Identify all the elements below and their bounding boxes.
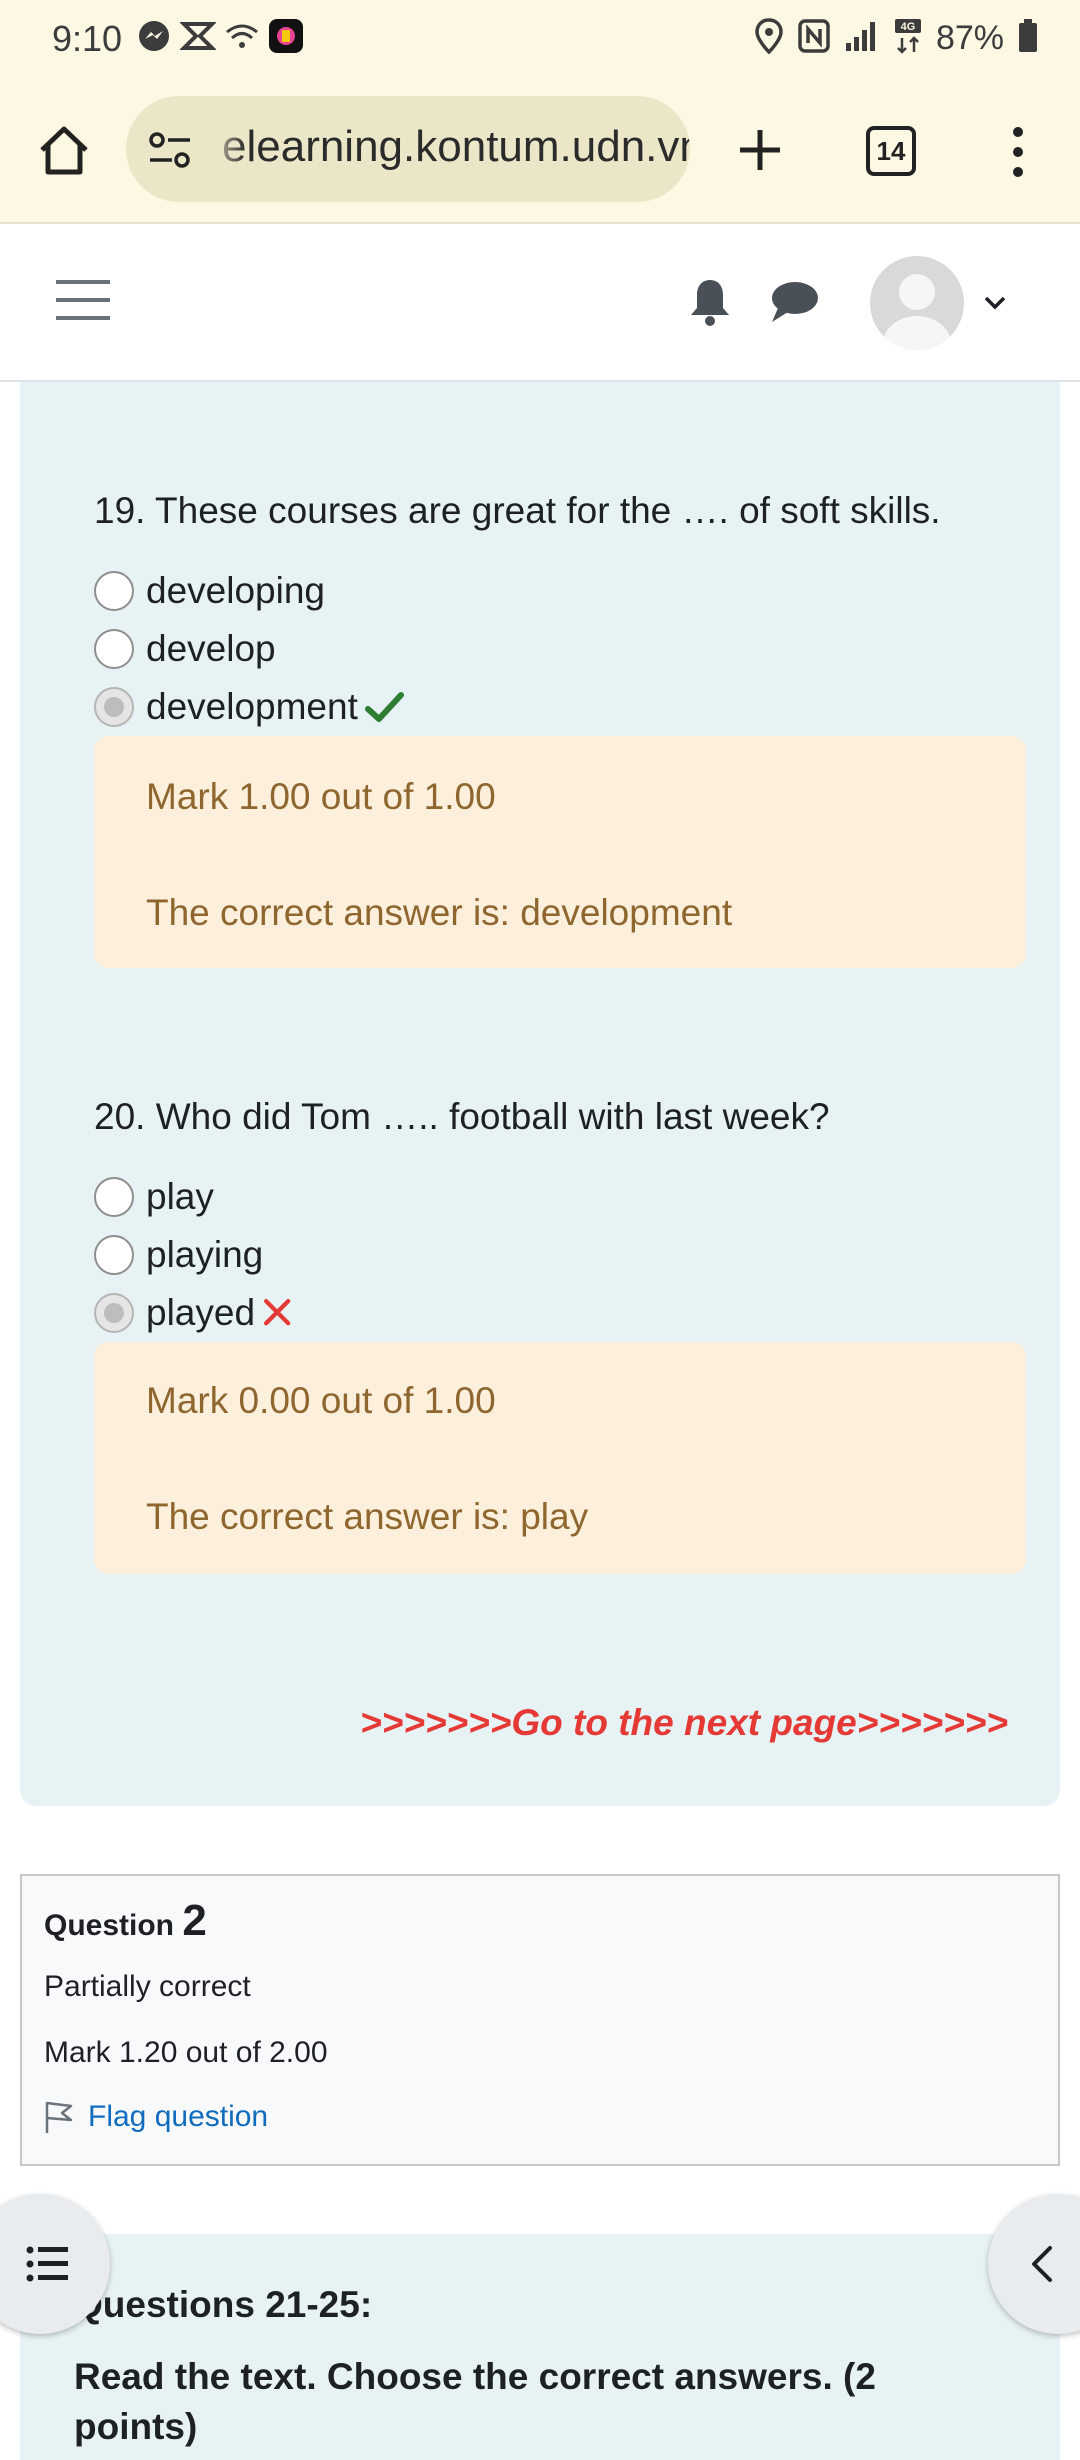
next-page-link[interactable]: >>>>>>>Go to the next page>>>>>>>	[360, 1702, 1008, 1744]
location-icon	[754, 18, 784, 59]
question-instruction: Read the text. Choose the correct answer…	[74, 2356, 876, 2447]
answer-label: play	[146, 1176, 214, 1217]
answer-label: developing	[146, 570, 325, 611]
flag-question-link[interactable]: Flag question	[44, 2100, 268, 2134]
plus-icon	[740, 130, 780, 170]
answer-label: playing	[146, 1234, 264, 1275]
app-icon	[180, 18, 216, 54]
wifi-calling-icon	[224, 18, 260, 54]
answer-option[interactable]: develop	[94, 628, 276, 670]
flag-icon	[45, 2101, 73, 2133]
feedback-correct-answer: The correct answer is: development	[146, 892, 733, 933]
status-system-icons: 4G 87%	[754, 18, 1038, 59]
answer-option[interactable]: playing	[94, 1234, 263, 1276]
bell-icon	[691, 280, 729, 326]
answer-label: played	[146, 1292, 256, 1333]
answer-radio[interactable]	[94, 629, 134, 669]
user-placeholder-icon	[883, 274, 951, 350]
home-button[interactable]	[36, 122, 92, 178]
new-tab-button[interactable]	[732, 122, 788, 178]
question-label: Question	[44, 1909, 175, 1942]
notifications-button[interactable]	[686, 276, 734, 328]
tab-switcher-button[interactable]: 14	[866, 126, 916, 176]
address-bar[interactable]: elearning.kontum.udn.vn	[126, 96, 690, 202]
answer-option[interactable]: play	[94, 1176, 214, 1218]
battery-percent: 87%	[935, 19, 1004, 57]
cross-icon	[264, 1298, 291, 1326]
question-state: Partially correct	[44, 1970, 251, 2003]
flag-question-label[interactable]: Flag question	[88, 2100, 268, 2134]
more-vert-icon	[1013, 127, 1023, 177]
list-icon	[26, 2246, 68, 2282]
status-time: 9:10	[52, 18, 123, 59]
answer-option[interactable]: developing	[94, 570, 325, 612]
question-number-heading: Question 2	[44, 1896, 207, 1946]
feedback-box: Mark 0.00 out of 1.00 The correct answer…	[94, 1342, 1026, 1574]
status-notification-icons	[136, 18, 304, 54]
answer-label: development	[146, 686, 358, 727]
browser-menu-button[interactable]	[1000, 122, 1036, 182]
user-avatar[interactable]	[870, 256, 964, 350]
next-question-content: Questions 21-25: Read the text. Choose t…	[20, 2234, 1060, 2460]
chevron-down-icon	[984, 296, 1006, 310]
answer-option-selected[interactable]: played	[94, 1292, 295, 1334]
4g-icon: 4G	[894, 18, 922, 59]
status-bar: 9:10 4G 87%	[0, 0, 1080, 78]
question-group-heading: Questions 21-25:	[74, 2284, 373, 2325]
question-text: 20. Who did Tom ….. football with last w…	[94, 1096, 830, 1137]
question-number: 2	[182, 1896, 207, 1945]
answer-radio[interactable]	[94, 1177, 134, 1217]
feedback-correct-answer: The correct answer is: play	[146, 1496, 589, 1537]
answer-radio[interactable]	[94, 571, 134, 611]
answer-option-selected[interactable]: development	[94, 686, 404, 728]
answer-label: develop	[146, 628, 276, 669]
answer-radio[interactable]	[94, 1235, 134, 1275]
check-icon	[364, 692, 404, 722]
feedback-mark: Mark 1.00 out of 1.00	[146, 776, 496, 817]
question-text: 19. These courses are great for the …. o…	[94, 490, 941, 531]
signal-icon	[844, 19, 880, 58]
messages-button[interactable]	[768, 278, 820, 326]
site-header	[0, 226, 1080, 382]
user-menu-toggle[interactable]	[980, 288, 1010, 318]
app-icon	[268, 18, 304, 54]
chat-bubble-icon	[772, 282, 818, 322]
feedback-mark: Mark 0.00 out of 1.00	[146, 1380, 496, 1421]
feedback-box: Mark 1.00 out of 1.00 The correct answer…	[94, 736, 1026, 968]
question-info-box: Question 2 Partially correct Mark 1.20 o…	[20, 1874, 1060, 2166]
browser-toolbar: elearning.kontum.udn.vn 14	[0, 78, 1080, 224]
answer-radio-selected[interactable]	[94, 1293, 134, 1333]
messenger-icon	[136, 18, 172, 54]
nfc-icon	[798, 19, 830, 58]
site-settings-icon[interactable]	[148, 130, 192, 170]
hamburger-icon	[56, 280, 110, 320]
battery-icon	[1018, 19, 1038, 58]
answer-radio-selected[interactable]	[94, 687, 134, 727]
url-text[interactable]: elearning.kontum.udn.vn	[222, 122, 690, 172]
question-grade: Mark 1.20 out of 2.00	[44, 2036, 328, 2069]
question-content: 19. These courses are great for the …. o…	[20, 382, 1060, 1806]
menu-toggle-button[interactable]	[56, 278, 110, 322]
svg-text:4G: 4G	[901, 21, 916, 33]
home-icon	[40, 126, 88, 175]
chevron-left-icon	[1032, 2246, 1052, 2282]
